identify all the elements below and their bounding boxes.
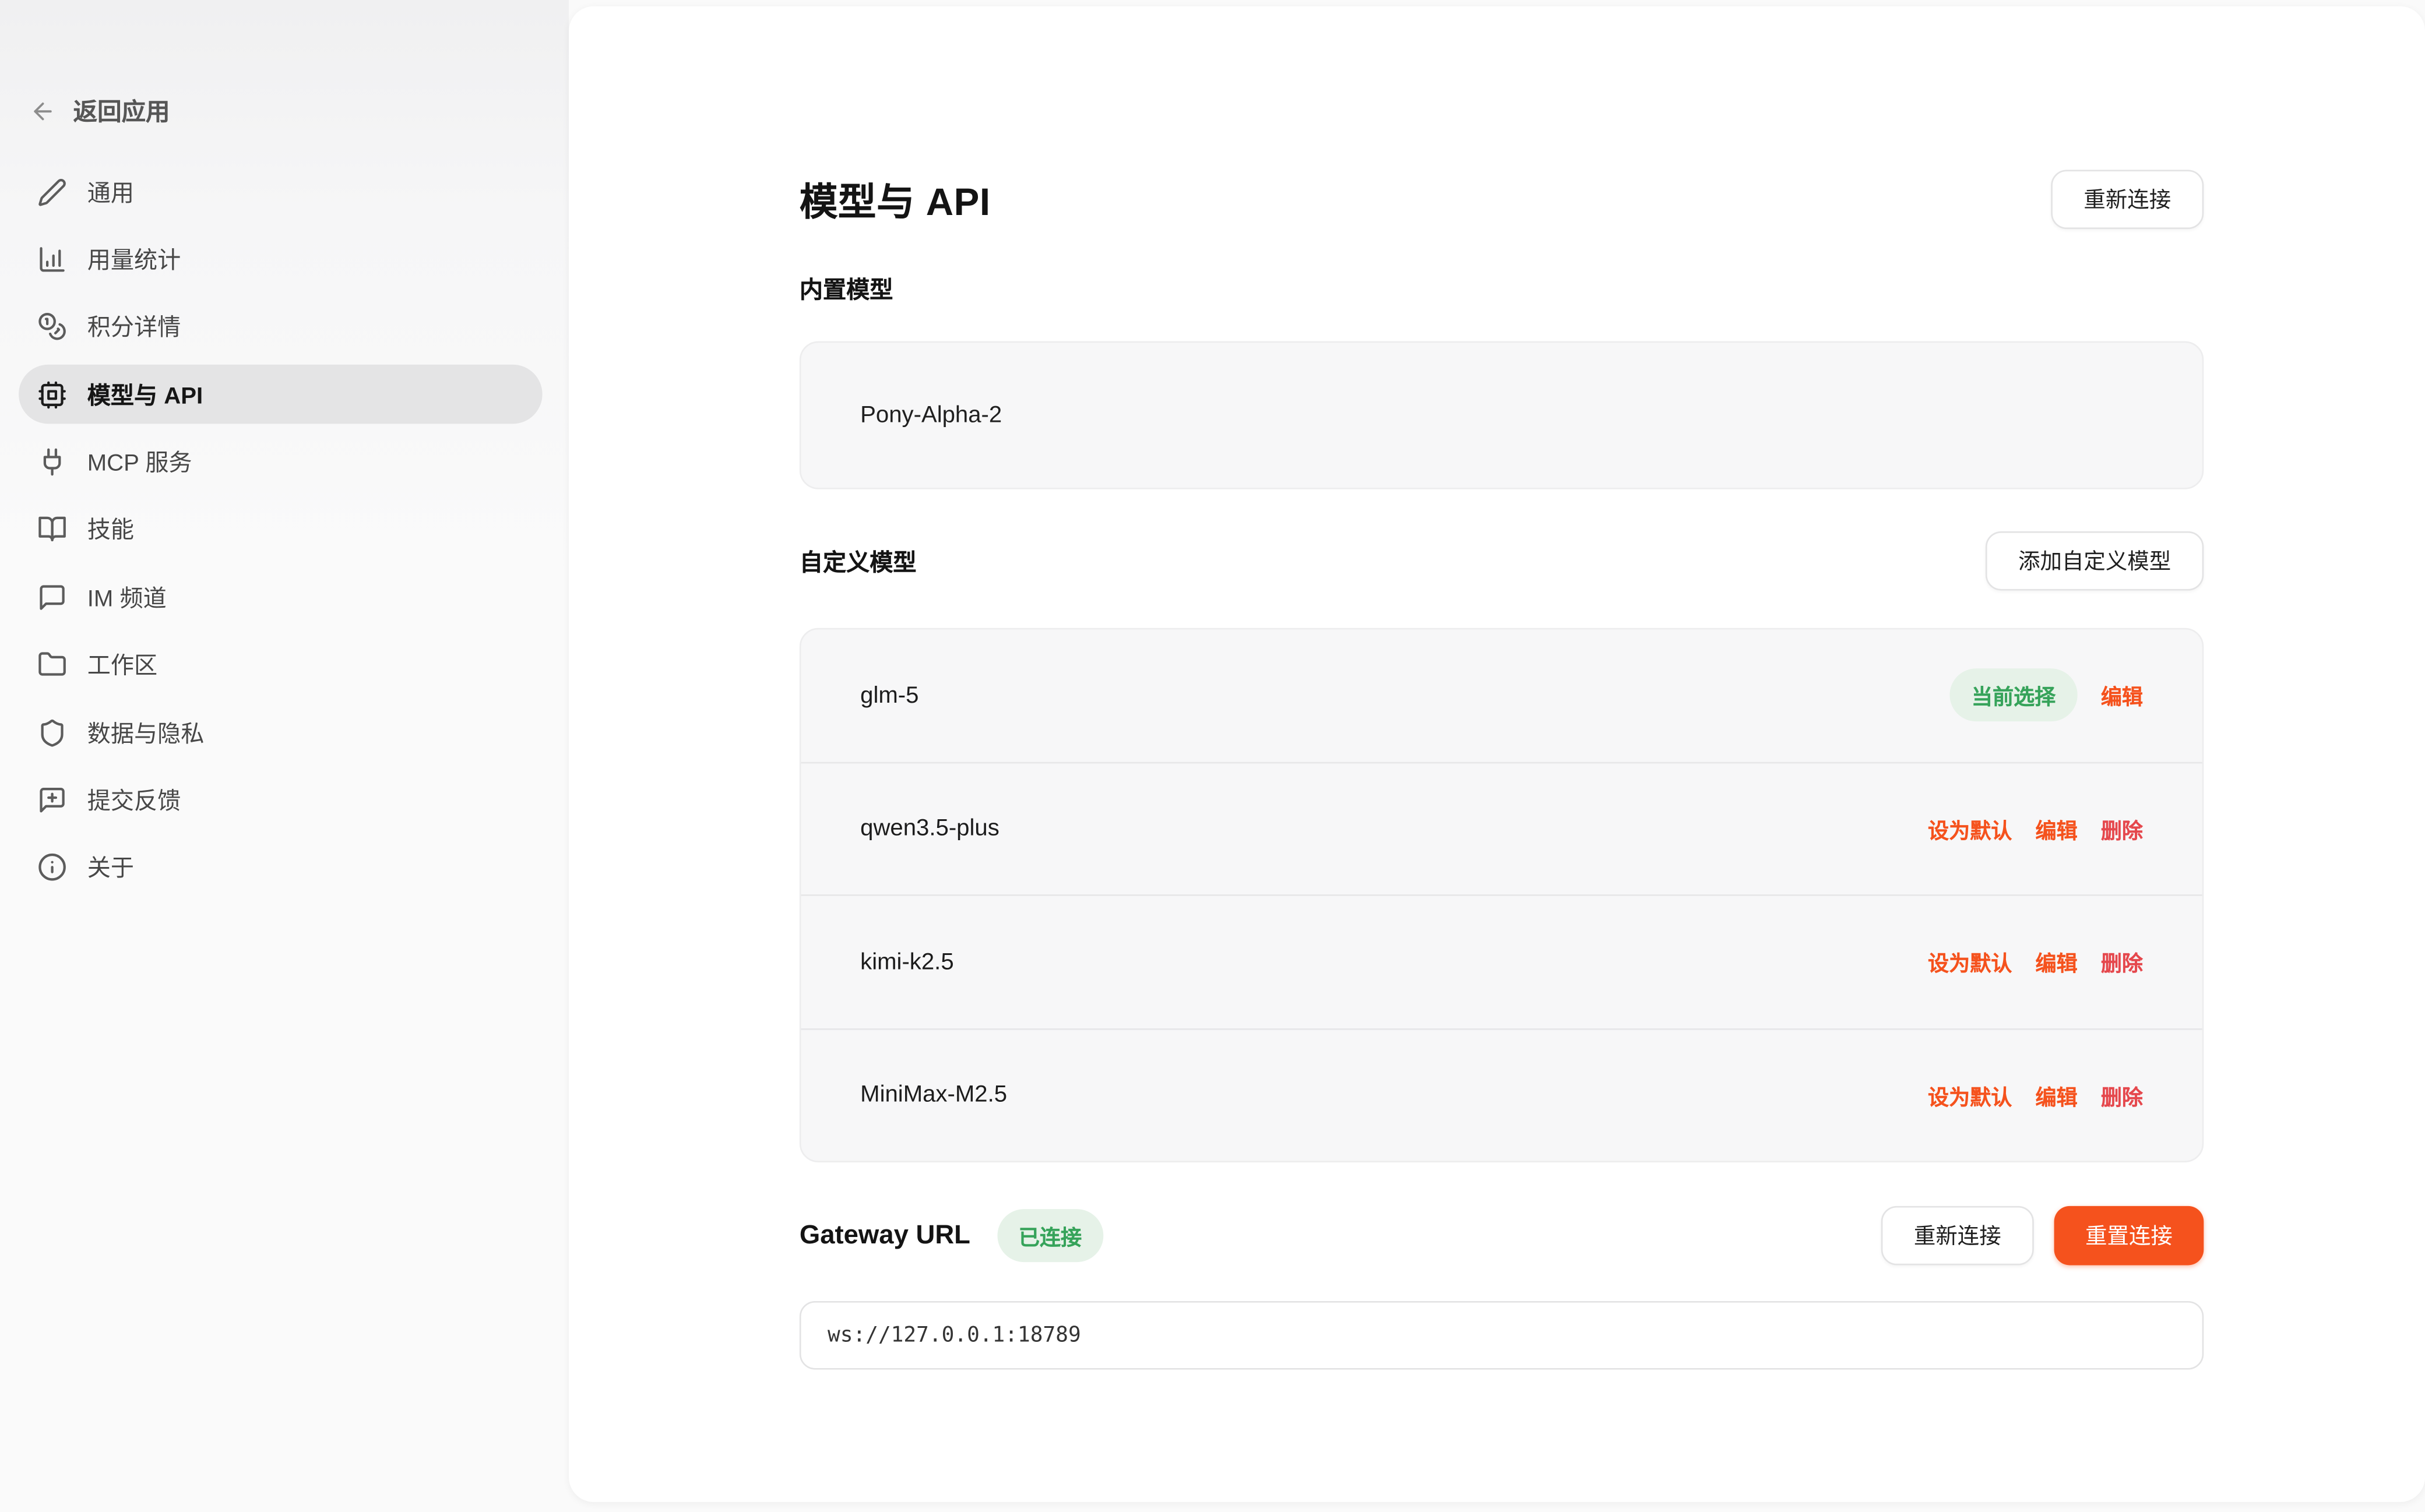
sidebar-nav: 通用 用量统计 积分详情 模型与 API <box>19 162 543 905</box>
sidebar-item-label: 关于 <box>87 851 134 884</box>
model-name: qwen3.5-plus <box>860 815 999 841</box>
edit-link[interactable]: 编辑 <box>2036 1080 2078 1111</box>
reconnect-button[interactable]: 重新连接 <box>2051 170 2204 229</box>
sidebar-item-label: 技能 <box>87 513 134 546</box>
set-default-link[interactable]: 设为默认 <box>1928 813 2012 844</box>
builtin-model-name: Pony-Alpha-2 <box>860 402 1002 428</box>
sidebar-item-label: 通用 <box>87 175 134 208</box>
current-selection-badge: 当前选择 <box>1949 669 2077 722</box>
page-title: 模型与 API <box>800 172 991 227</box>
add-custom-model-button[interactable]: 添加自定义模型 <box>1986 531 2204 591</box>
arrow-left-icon <box>30 97 56 124</box>
sidebar-item-workspace[interactable]: 工作区 <box>19 635 543 695</box>
book-open-icon <box>37 515 67 545</box>
folder-icon <box>37 650 67 680</box>
sidebar-item-general[interactable]: 通用 <box>19 162 543 221</box>
sidebar-item-data-privacy[interactable]: 数据与隐私 <box>19 703 543 762</box>
sidebar-item-label: IM 频道 <box>87 581 167 614</box>
sidebar: 返回应用 通用 用量统计 积分详情 <box>0 0 569 1512</box>
sidebar-item-label: 工作区 <box>87 648 157 681</box>
set-default-link[interactable]: 设为默认 <box>1928 1080 2012 1111</box>
sidebar-item-label: 提交反馈 <box>87 784 181 816</box>
model-row-qwen: qwen3.5-plus 设为默认 编辑 删除 <box>801 761 2202 894</box>
gateway-reset-button[interactable]: 重置连接 <box>2054 1206 2204 1266</box>
main-panel: 模型与 API 重新连接 内置模型 Pony-Alpha-2 自定义模型 添加自… <box>569 6 2425 1503</box>
gateway-url-label: Gateway URL <box>800 1220 970 1251</box>
builtin-model-card: Pony-Alpha-2 <box>800 341 2204 489</box>
model-name: MiniMax-M2.5 <box>860 1082 1007 1108</box>
builtin-models-section-title: 内置模型 <box>800 273 893 305</box>
connected-status-badge: 已连接 <box>997 1209 1103 1262</box>
edit-link[interactable]: 编辑 <box>2036 946 2078 977</box>
info-icon <box>37 853 67 883</box>
sidebar-item-label: 用量统计 <box>87 243 181 276</box>
custom-models-section-title: 自定义模型 <box>800 545 917 577</box>
model-name: kimi-k2.5 <box>860 949 953 975</box>
delete-link[interactable]: 删除 <box>2101 1080 2143 1111</box>
sidebar-item-about[interactable]: 关于 <box>19 838 543 897</box>
model-name: glm-5 <box>860 682 918 709</box>
cpu-icon <box>37 380 67 410</box>
bar-chart-icon <box>37 245 67 274</box>
sidebar-item-label: 模型与 API <box>87 378 203 411</box>
sidebar-item-skills[interactable]: 技能 <box>19 500 543 559</box>
sidebar-item-label: MCP 服务 <box>87 446 192 478</box>
sidebar-item-mcp-services[interactable]: MCP 服务 <box>19 432 543 492</box>
sidebar-item-feedback[interactable]: 提交反馈 <box>19 770 543 830</box>
gateway-url-input[interactable] <box>800 1301 2204 1370</box>
model-row-minimax: MiniMax-M2.5 设为默认 编辑 删除 <box>801 1028 2202 1161</box>
sidebar-item-usage-stats[interactable]: 用量统计 <box>19 230 543 289</box>
delete-link[interactable]: 删除 <box>2101 813 2143 844</box>
sidebar-item-label: 积分详情 <box>87 311 181 343</box>
coins-icon <box>37 312 67 342</box>
sidebar-item-models-api[interactable]: 模型与 API <box>19 365 543 424</box>
shield-icon <box>37 718 67 748</box>
edit-link[interactable]: 编辑 <box>2036 813 2078 844</box>
plug-icon <box>37 447 67 477</box>
back-to-app-label: 返回应用 <box>73 93 170 128</box>
delete-link[interactable]: 删除 <box>2101 946 2143 977</box>
set-default-link[interactable]: 设为默认 <box>1928 946 2012 977</box>
model-row-glm-5: glm-5 当前选择 编辑 <box>801 629 2202 761</box>
gateway-reconnect-button[interactable]: 重新连接 <box>1881 1206 2034 1266</box>
back-to-app-button[interactable]: 返回应用 <box>30 90 170 131</box>
sidebar-item-credits[interactable]: 积分详情 <box>19 297 543 357</box>
settings-window: 返回应用 通用 用量统计 积分详情 <box>0 0 2425 1512</box>
pencil-icon <box>37 177 67 207</box>
message-square-plus-icon <box>37 785 67 815</box>
sidebar-item-im-channels[interactable]: IM 频道 <box>19 568 543 627</box>
message-square-icon <box>37 583 67 612</box>
custom-models-list: glm-5 当前选择 编辑 qwen3.5-plus 设为默认 编辑 删除 <box>800 628 2204 1162</box>
model-row-kimi: kimi-k2.5 设为默认 编辑 删除 <box>801 894 2202 1028</box>
sidebar-item-label: 数据与隐私 <box>87 716 205 749</box>
edit-link[interactable]: 编辑 <box>2101 680 2143 711</box>
